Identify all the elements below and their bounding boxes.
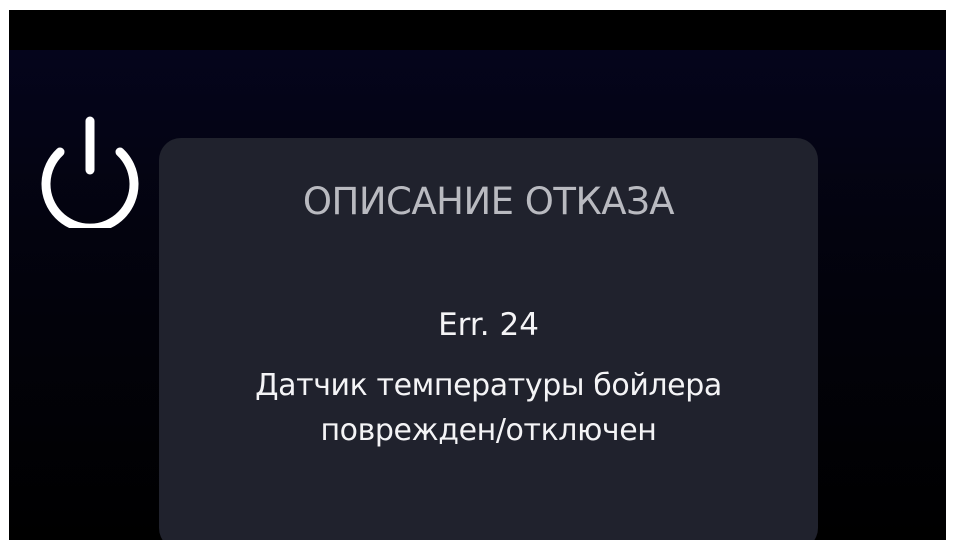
fault-description-dialog: ОПИСАНИЕ ОТКАЗА Err. 24 Датчик температу…	[159, 138, 818, 540]
device-display: ОПИСАНИЕ ОТКАЗА Err. 24 Датчик температу…	[9, 10, 946, 540]
error-description-line: поврежден/отключен	[320, 413, 657, 448]
error-description: Датчик температуры бойлера поврежден/отк…	[159, 363, 818, 453]
screen-background: ОПИСАНИЕ ОТКАЗА Err. 24 Датчик температу…	[9, 50, 946, 540]
power-icon	[41, 116, 139, 228]
dialog-title: ОПИСАНИЕ ОТКАЗА	[302, 180, 675, 223]
power-button[interactable]	[35, 112, 145, 228]
error-code: Err. 24	[438, 307, 539, 343]
error-description-line: Датчик температуры бойлера	[255, 368, 722, 403]
